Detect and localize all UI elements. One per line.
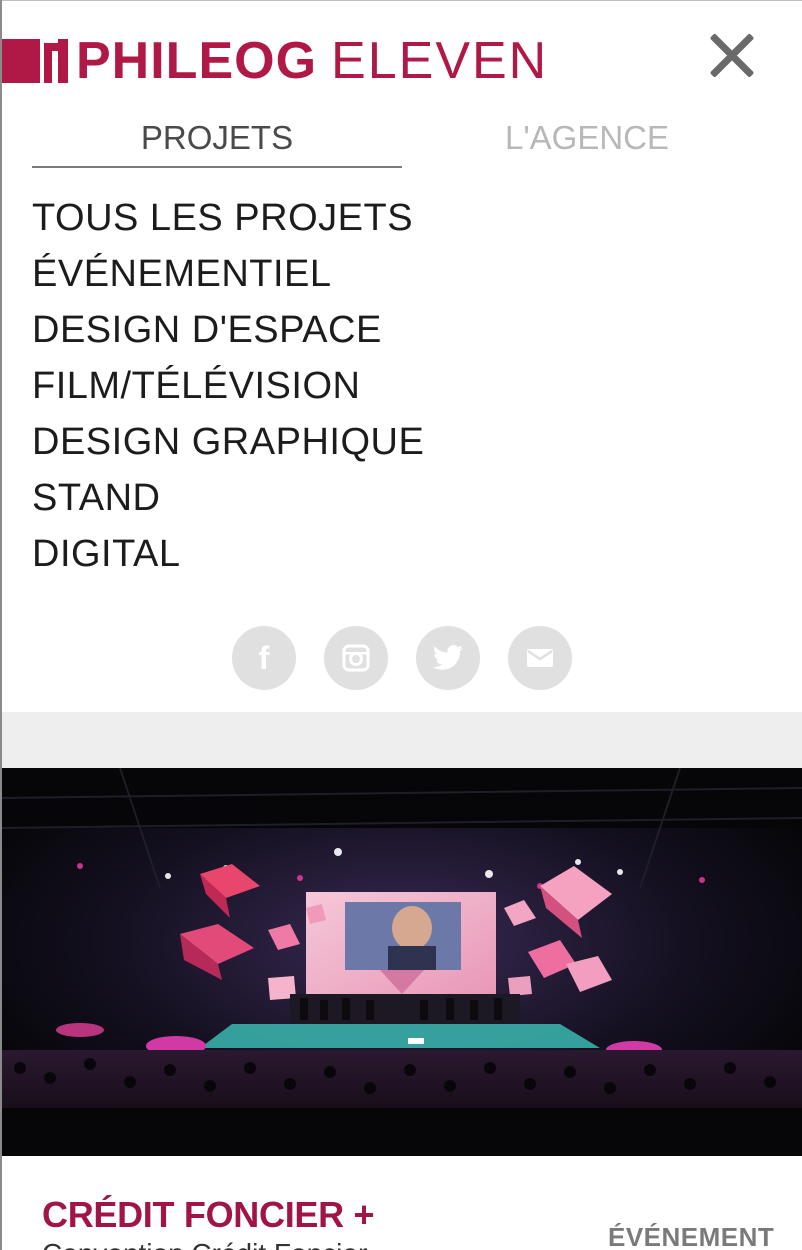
section-divider-band	[0, 712, 802, 768]
tab-agence[interactable]: L'AGENCE	[402, 112, 772, 168]
brand-logo[interactable]: PHILEOG ELEVEN	[0, 32, 549, 90]
menu-item-tous-les-projets[interactable]: TOUS LES PROJETS	[32, 190, 424, 246]
logo-mark-icon	[40, 39, 76, 83]
menu-tabs: PROJETS L'AGENCE	[32, 112, 772, 168]
projects-menu: TOUS LES PROJETS ÉVÉNEMENTIEL DESIGN D'E…	[32, 190, 424, 582]
project-title[interactable]: CRÉDIT FONCIER +	[42, 1194, 375, 1236]
twitter-icon[interactable]	[416, 626, 480, 690]
menu-item-stand[interactable]: STAND	[32, 470, 424, 526]
email-icon[interactable]	[508, 626, 572, 690]
frame-left-border	[0, 0, 2, 1250]
project-hero-image[interactable]	[0, 768, 802, 1156]
social-links: f	[232, 626, 572, 690]
logo-bar	[0, 39, 40, 83]
project-category-tag: ÉVÉNEMENT	[608, 1222, 775, 1250]
logo-wordmark-bold: PHILEOG	[76, 32, 318, 90]
facebook-icon[interactable]: f	[232, 626, 296, 690]
site-header: PHILEOG ELEVEN	[0, 0, 802, 100]
instagram-icon[interactable]	[324, 626, 388, 690]
logo-wordmark-light: ELEVEN	[331, 32, 549, 90]
menu-item-evenementiel[interactable]: ÉVÉNEMENTIEL	[32, 246, 424, 302]
menu-item-design-espace[interactable]: DESIGN D'ESPACE	[32, 302, 424, 358]
project-subtitle: Convention Crédit Foncier	[42, 1238, 367, 1250]
facebook-glyph: f	[258, 640, 270, 676]
menu-item-design-graphique[interactable]: DESIGN GRAPHIQUE	[32, 414, 424, 470]
menu-item-digital[interactable]: DIGITAL	[32, 526, 424, 582]
close-icon[interactable]	[702, 26, 762, 86]
event-stage-photo	[0, 768, 802, 1156]
tab-projets[interactable]: PROJETS	[32, 112, 402, 168]
menu-item-film-television[interactable]: FILM/TÉLÉVISION	[32, 358, 424, 414]
